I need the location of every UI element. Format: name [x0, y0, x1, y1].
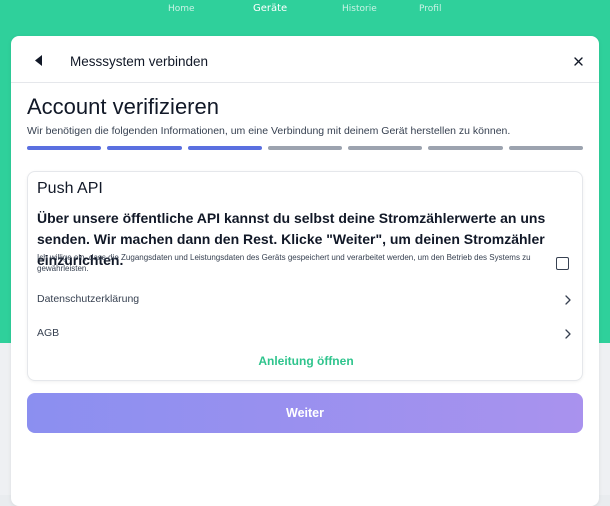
- progress-steps: [27, 146, 583, 150]
- top-navigation: Home Geräte Historie Profil: [0, 0, 610, 22]
- progress-step: [348, 146, 423, 150]
- progress-step: [267, 146, 343, 150]
- consent-checkbox[interactable]: [556, 257, 569, 270]
- terms-link[interactable]: AGB: [37, 325, 573, 343]
- card-title: Push API: [37, 180, 103, 197]
- next-button[interactable]: Weiter: [27, 393, 583, 433]
- privacy-policy-label: Datenschutzerklärung: [37, 293, 140, 305]
- close-icon: [573, 56, 583, 66]
- nav-item-home[interactable]: Home: [168, 4, 195, 14]
- privacy-policy-link[interactable]: Datenschutzerklärung: [37, 291, 573, 309]
- nav-item-profil[interactable]: Profil: [419, 4, 441, 14]
- push-api-card: Push API Über unsere öffentliche API kan…: [27, 171, 583, 381]
- progress-step: [107, 146, 182, 150]
- nav-item-historie[interactable]: Historie: [342, 4, 377, 14]
- triangle-left-icon: [35, 54, 42, 66]
- chevron-right-icon: [565, 295, 571, 305]
- chevron-right-icon: [565, 329, 571, 339]
- back-button[interactable]: [31, 52, 47, 68]
- terms-label: AGB: [37, 327, 60, 339]
- nav-item-geraete[interactable]: Geräte: [253, 3, 287, 14]
- close-button[interactable]: [571, 54, 585, 68]
- page-heading: Account verifizieren: [27, 94, 219, 119]
- consent-text: Ich willige ein, dass die Zugangsdaten u…: [37, 253, 531, 273]
- modal-header: Messsystem verbinden: [11, 36, 599, 83]
- open-guide-link[interactable]: Anleitung öffnen: [28, 354, 584, 368]
- connect-device-modal: Messsystem verbinden Account verifiziere…: [11, 36, 599, 506]
- progress-step: [428, 146, 503, 150]
- progress-step: [187, 146, 262, 150]
- progress-step: [27, 146, 102, 150]
- progress-step: [508, 146, 583, 150]
- modal-title: Messsystem verbinden: [70, 54, 209, 69]
- page-subheading: Wir benötigen die folgenden Informatione…: [27, 125, 511, 137]
